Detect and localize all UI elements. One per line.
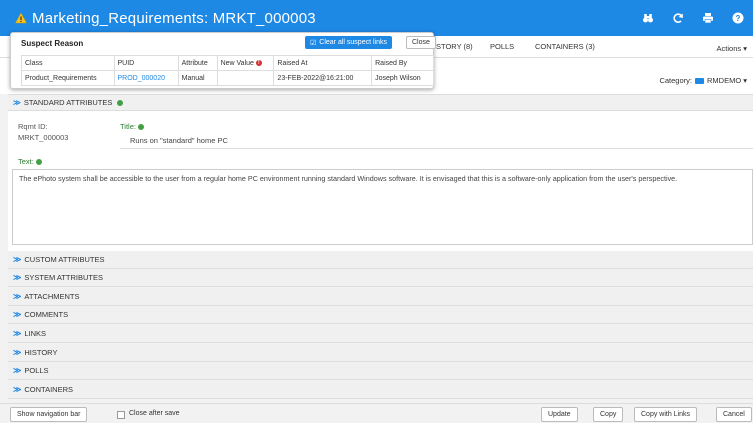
refresh-button[interactable] <box>663 0 693 36</box>
folder-icon <box>694 77 704 84</box>
check-circle-icon <box>137 124 144 131</box>
close-after-save-checkbox[interactable] <box>117 411 125 419</box>
binoculars-icon <box>643 14 653 23</box>
standard-attributes-header[interactable]: ≫ STANDARD ATTRIBUTES <box>8 94 753 111</box>
chevron-right-icon: ≫ <box>13 292 21 301</box>
section-label: CUSTOM ATTRIBUTES <box>24 255 105 264</box>
puid-link[interactable]: PROD_000020 <box>113 70 179 86</box>
close-after-save-label: Close after save <box>129 410 180 417</box>
section-attachments[interactable]: ≫ ATTACHMENTS <box>8 288 753 306</box>
text-field[interactable]: The ePhoto system shall be accessible to… <box>12 169 753 245</box>
table-cell: Manual <box>177 70 218 86</box>
title-label: Title: <box>120 122 144 131</box>
section-label: LINKS <box>24 329 47 338</box>
suspect-reason-popup: Suspect Reason ☑ Clear all suspect links… <box>10 32 436 89</box>
svg-text:?: ? <box>736 14 741 23</box>
warning-icon <box>15 12 27 24</box>
chevron-right-icon: ≫ <box>13 273 21 282</box>
section-label: SYSTEM ATTRIBUTES <box>24 273 103 282</box>
section-title: STANDARD ATTRIBUTES <box>23 98 113 107</box>
text-label-text: Text: <box>18 157 34 166</box>
check-circle-icon <box>35 159 42 166</box>
check-square-icon: ☑ <box>310 39 317 47</box>
category-value: RMDEMO ▾ <box>706 76 747 85</box>
text-label: Text: <box>18 157 42 166</box>
suspect-table: Class PUID Attribute New Value ! Raised … <box>21 55 434 86</box>
window-titlebar: Marketing_Requirements: MRKT_000003 ? <box>0 0 753 36</box>
popup-title: Suspect Reason <box>21 39 84 48</box>
section-label: HISTORY <box>24 348 58 357</box>
chevron-right-icon: ≫ <box>13 366 21 375</box>
section-system-attributes[interactable]: ≫ SYSTEM ATTRIBUTES <box>8 269 753 287</box>
section-history[interactable]: ≫ HISTORY <box>8 344 753 362</box>
section-label: ATTACHMENTS <box>24 292 80 301</box>
table-cell <box>216 70 275 86</box>
print-icon <box>703 13 713 24</box>
chevron-right-icon: ≫ <box>13 255 21 264</box>
section-label: POLLS <box>24 366 49 375</box>
section-custom-attributes[interactable]: ≫ CUSTOM ATTRIBUTES <box>8 251 753 269</box>
table-row: Product_Requirements PROD_000020 Manual … <box>21 70 434 86</box>
tab-containers[interactable]: CONTAINERS (3) <box>535 42 595 51</box>
column-header: Raised By <box>371 55 434 71</box>
chevron-down-icon: ≫ <box>13 98 21 107</box>
chevron-right-icon: ≫ <box>13 348 21 357</box>
update-button[interactable]: Update <box>541 407 578 422</box>
title-field[interactable]: Runs on "standard" home PC <box>120 131 753 149</box>
refresh-icon <box>673 13 683 23</box>
section-polls[interactable]: ≫ POLLS <box>8 362 753 380</box>
chevron-right-icon: ≫ <box>13 329 21 338</box>
column-header-label: New Value <box>220 59 254 67</box>
actions-menu[interactable]: Actions ▾ <box>717 44 747 53</box>
tab-history[interactable]: STORY (8) <box>436 42 473 51</box>
column-header: Class <box>21 55 115 71</box>
column-header: PUID <box>113 55 179 71</box>
find-button[interactable] <box>633 0 663 36</box>
section-label: COMMENTS <box>24 310 69 319</box>
section-comments[interactable]: ≫ COMMENTS <box>8 306 753 324</box>
show-navigation-bar-button[interactable]: Show navigation bar <box>10 407 88 422</box>
table-cell: Product_Requirements <box>21 70 115 86</box>
table-cell: Joseph Wilson <box>371 70 434 86</box>
check-circle-icon <box>117 99 124 106</box>
print-button[interactable] <box>693 0 723 36</box>
info-icon: ! <box>255 59 262 66</box>
popup-close-button[interactable]: Close <box>406 36 436 49</box>
title-label-text: Title: <box>120 122 136 131</box>
page-title: Marketing_Requirements: MRKT_000003 <box>32 9 316 27</box>
table-header-row: Class PUID Attribute New Value ! Raised … <box>21 55 434 71</box>
category-selector[interactable]: Category: RMDEMO ▾ <box>659 76 747 85</box>
column-header: Attribute <box>177 55 218 71</box>
category-label: Category: <box>659 76 692 85</box>
footer-bar: Show navigation bar Close after save Upd… <box>0 403 753 423</box>
column-header: Raised At <box>273 55 373 71</box>
help-button[interactable]: ? <box>723 0 753 36</box>
section-containers[interactable]: ≫ CONTAINERS <box>8 381 753 399</box>
section-label: CONTAINERS <box>24 385 73 394</box>
copy-with-links-button[interactable]: Copy with Links <box>634 407 698 422</box>
section-links[interactable]: ≫ LINKS <box>8 325 753 343</box>
tab-polls[interactable]: POLLS <box>490 42 514 51</box>
cancel-button[interactable]: Cancel <box>716 407 752 422</box>
clear-suspect-links-button[interactable]: ☑ Clear all suspect links <box>305 36 392 49</box>
copy-button[interactable]: Copy <box>593 407 624 422</box>
standard-attributes-body: Rqmt ID: MRKT_000003 Title: Runs on "sta… <box>8 111 753 251</box>
clear-suspect-links-label: Clear all suspect links <box>319 39 387 46</box>
help-icon: ? <box>732 12 744 24</box>
chevron-right-icon: ≫ <box>13 310 21 319</box>
rqmt-id-value: MRKT_000003 <box>18 133 69 142</box>
rqmt-id-label: Rqmt ID: <box>18 122 48 131</box>
column-header-new-value: New Value ! <box>216 55 275 71</box>
table-cell: 23-FEB-2022@16:21:00 <box>273 70 373 86</box>
chevron-right-icon: ≫ <box>13 385 21 394</box>
